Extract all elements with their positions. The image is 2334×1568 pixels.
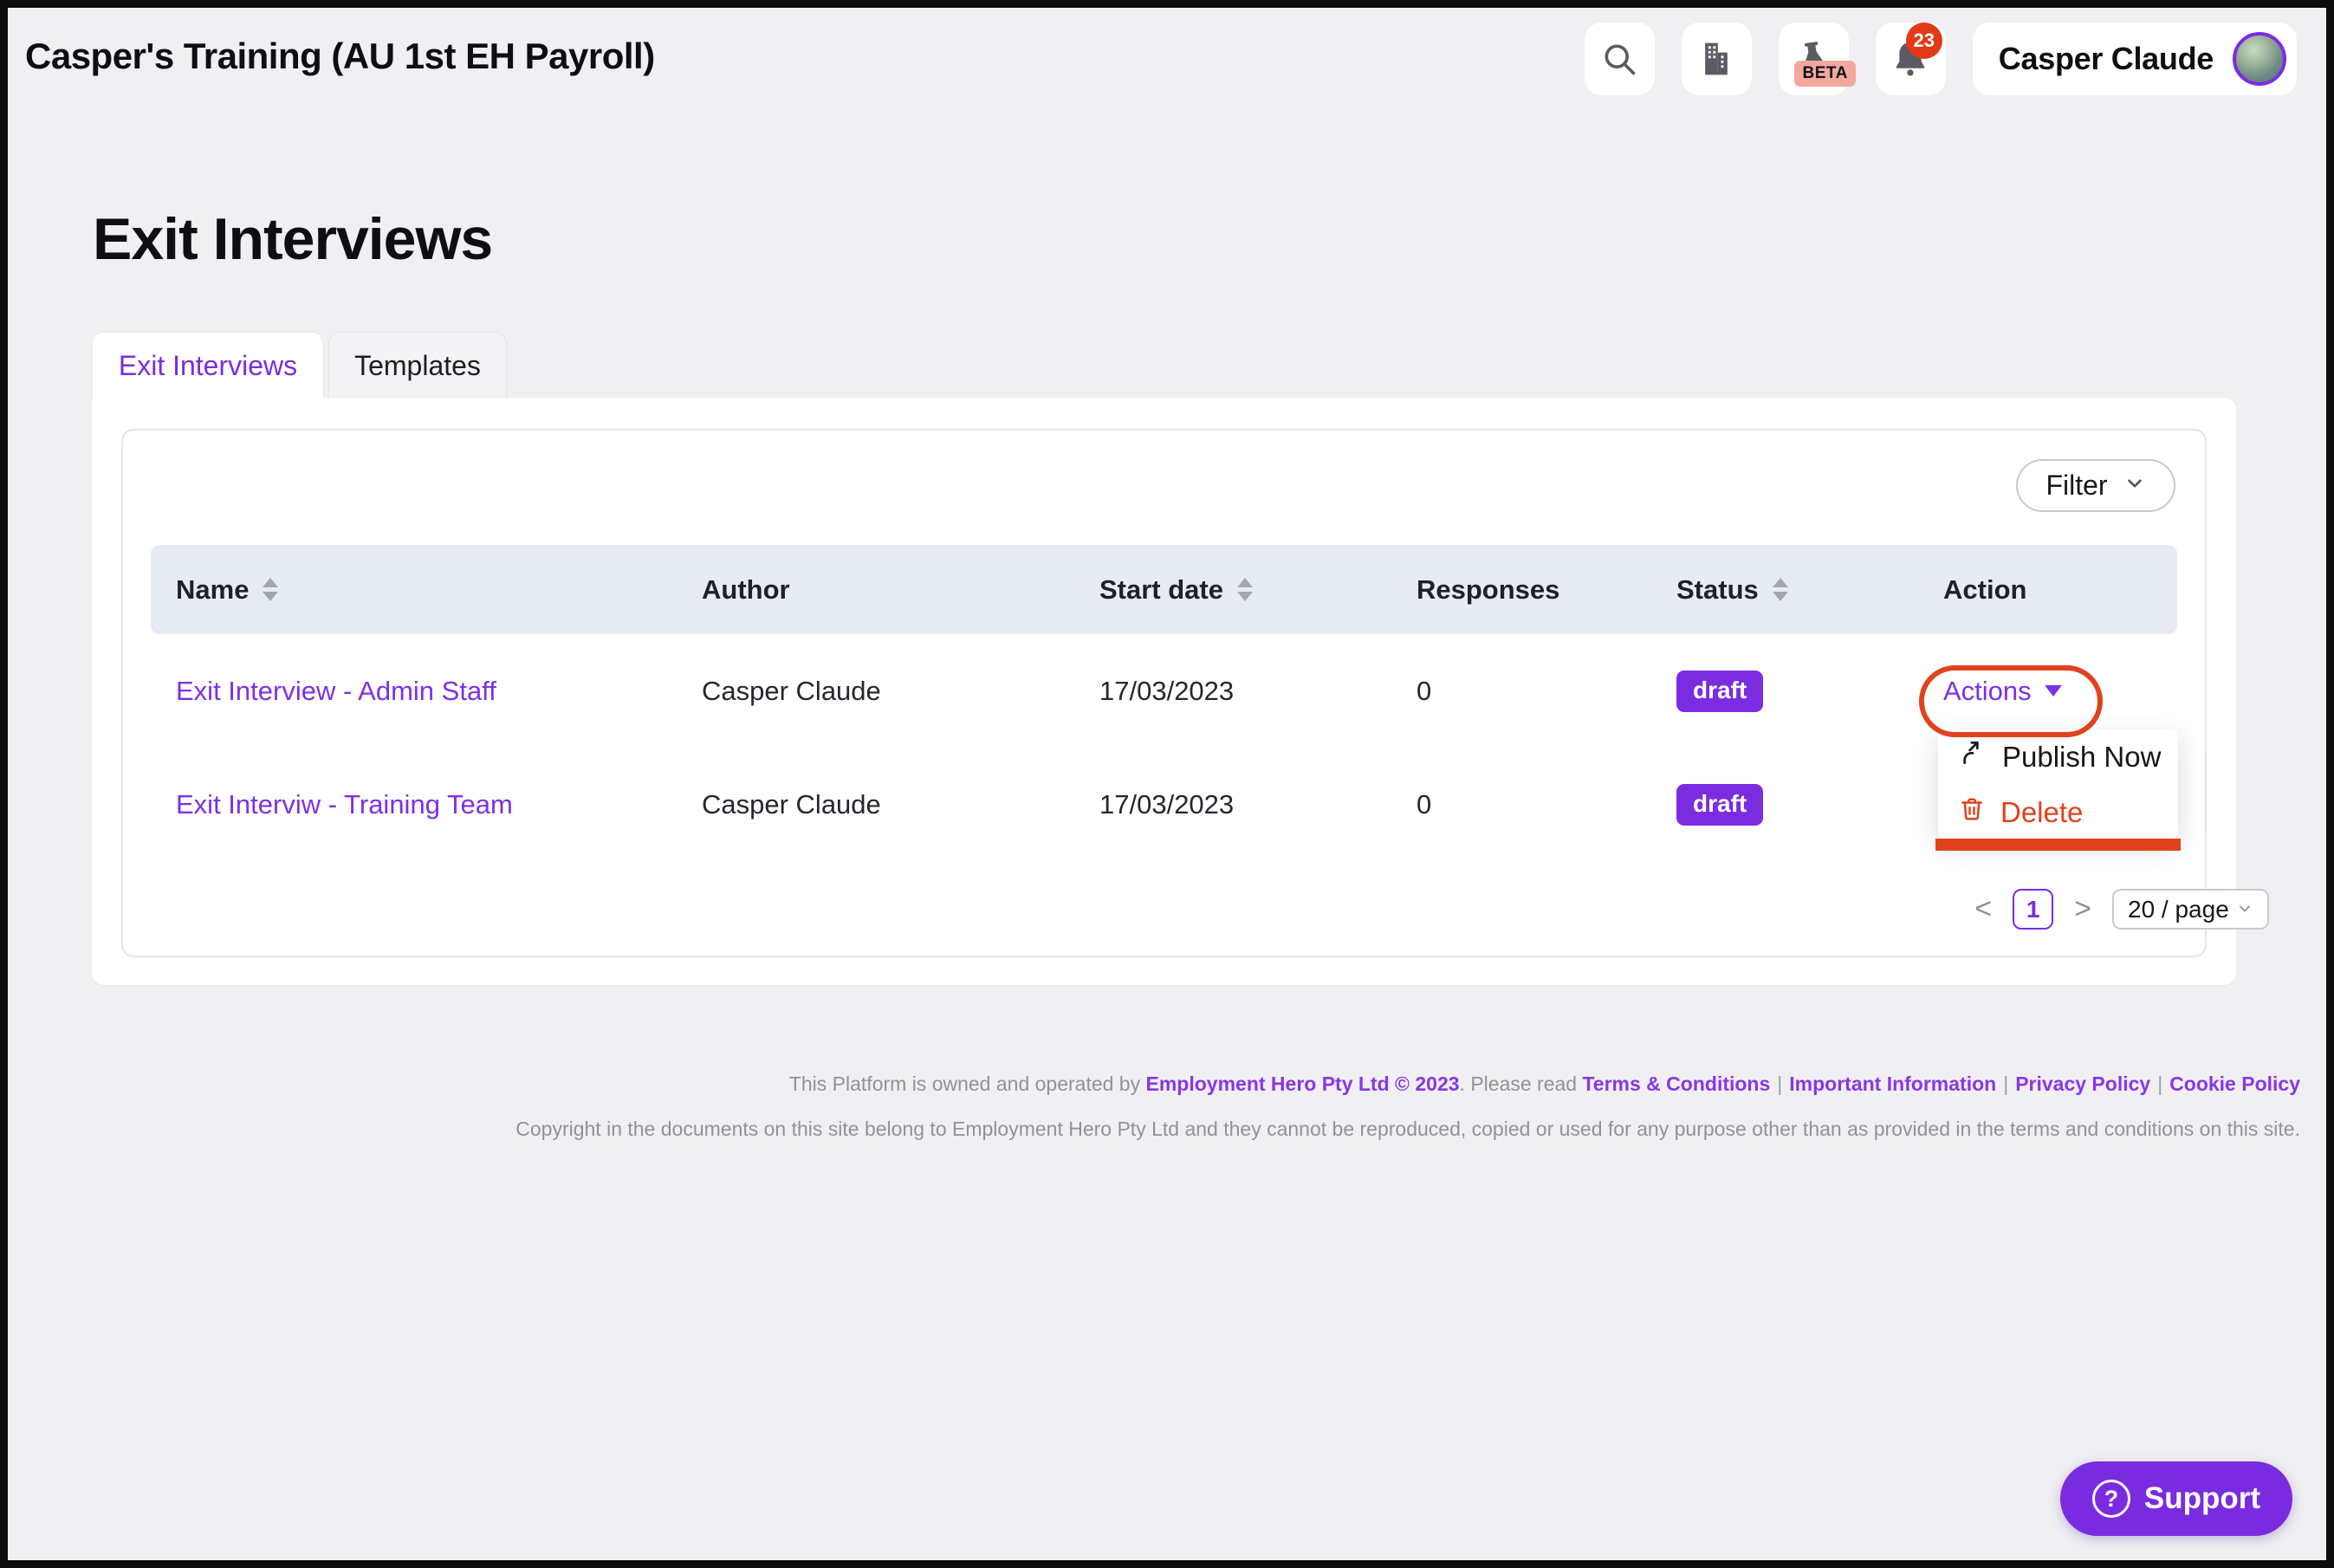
organisation-button[interactable] [1682, 23, 1752, 95]
start-date-cell: 17/03/2023 [1099, 676, 1234, 707]
interview-name-link[interactable]: Exit Interviw - Training Team [176, 789, 513, 820]
responses-cell: 0 [1417, 789, 1431, 820]
notification-count-badge: 23 [1906, 23, 1942, 59]
footer: This Platform is owned and operated by E… [515, 1061, 2300, 1151]
exit-interviews-card: Filter Name Author [92, 398, 2236, 985]
column-header-status[interactable]: Status [1651, 574, 1918, 606]
org-title: Casper's Training (AU 1st EH Payroll) [25, 36, 655, 77]
responses-cell: 0 [1417, 676, 1431, 707]
user-menu-button[interactable]: Casper Claude [1973, 23, 2297, 95]
footer-line-1: This Platform is owned and operated by E… [515, 1061, 2300, 1106]
column-header-start-date[interactable]: Start date [1074, 574, 1391, 606]
filter-button[interactable]: Filter [2016, 459, 2175, 512]
search-icon [1600, 40, 1638, 78]
topbar-actions: BETA 23 Casper Claude [1585, 23, 2297, 95]
tab-exit-interviews[interactable]: Exit Interviews [92, 332, 324, 398]
column-header-author: Author [677, 574, 1074, 606]
cookie-policy-link[interactable]: Cookie Policy [2169, 1072, 2300, 1095]
table-row: Exit Interviw - Training Team Casper Cla… [151, 748, 2177, 861]
column-header-name[interactable]: Name [151, 574, 677, 606]
table-row: Exit Interview - Admin Staff Casper Clau… [151, 634, 2177, 748]
actions-dropdown-menu: Publish Now Delete [1938, 729, 2178, 840]
author-cell: Casper Claude [702, 676, 881, 707]
beta-badge: BETA [1794, 61, 1855, 87]
building-icon [1697, 40, 1735, 78]
important-information-link[interactable]: Important Information [1789, 1072, 1996, 1095]
column-header-action: Action [1918, 574, 2177, 606]
status-badge: draft [1676, 671, 1763, 712]
exit-interviews-table: Name Author Start date Responses Statu [151, 545, 2177, 861]
caret-down-icon [2045, 685, 2062, 697]
page-title: Exit Interviews [93, 205, 492, 273]
chevron-down-icon [2236, 896, 2253, 923]
privacy-policy-link[interactable]: Privacy Policy [2015, 1072, 2150, 1095]
sort-icon [1237, 578, 1253, 601]
filter-label: Filter [2045, 470, 2107, 502]
pagination: < 1 > 20 / page [1971, 889, 2269, 930]
author-cell: Casper Claude [702, 789, 881, 820]
support-button[interactable]: ? Support [2060, 1461, 2292, 1536]
table-header-row: Name Author Start date Responses Statu [151, 545, 2177, 634]
current-page-button[interactable]: 1 [2013, 889, 2053, 930]
table-panel: Filter Name Author [121, 429, 2207, 957]
tab-bar: Exit Interviews Templates [92, 332, 507, 398]
support-label: Support [2144, 1481, 2260, 1516]
chevron-down-icon [2123, 470, 2146, 502]
terms-conditions-link[interactable]: Terms & Conditions [1582, 1072, 1770, 1095]
question-circle-icon: ? [2092, 1480, 2130, 1518]
page-size-select[interactable]: 20 / page [2112, 889, 2269, 930]
sort-icon [1773, 578, 1788, 601]
search-button[interactable] [1585, 23, 1655, 95]
publish-icon [1959, 740, 1987, 774]
app-window: Casper's Training (AU 1st EH Payroll) [8, 8, 2326, 1560]
sort-icon [263, 578, 278, 601]
column-header-responses: Responses [1391, 574, 1651, 606]
menu-item-delete[interactable]: Delete [1938, 785, 2178, 840]
trash-icon [1959, 796, 1985, 829]
employment-hero-link[interactable]: Employment Hero Pty Ltd © 2023 [1146, 1072, 1460, 1095]
labs-button[interactable]: BETA [1779, 23, 1849, 95]
menu-item-publish-now[interactable]: Publish Now [1938, 729, 2178, 785]
next-page-button[interactable]: > [2071, 892, 2095, 926]
screenshot-frame: Casper's Training (AU 1st EH Payroll) [0, 0, 2334, 1568]
interview-name-link[interactable]: Exit Interview - Admin Staff [176, 676, 496, 707]
prev-page-button[interactable]: < [1971, 892, 1995, 926]
user-name: Casper Claude [1999, 41, 2214, 77]
actions-dropdown-button[interactable]: Actions [1943, 676, 2062, 707]
start-date-cell: 17/03/2023 [1099, 789, 1234, 820]
tab-templates[interactable]: Templates [328, 332, 507, 398]
notifications-button[interactable]: 23 [1876, 23, 1946, 95]
avatar [2233, 32, 2286, 86]
status-badge: draft [1676, 784, 1763, 826]
footer-line-2: Copyright in the documents on this site … [515, 1106, 2300, 1151]
